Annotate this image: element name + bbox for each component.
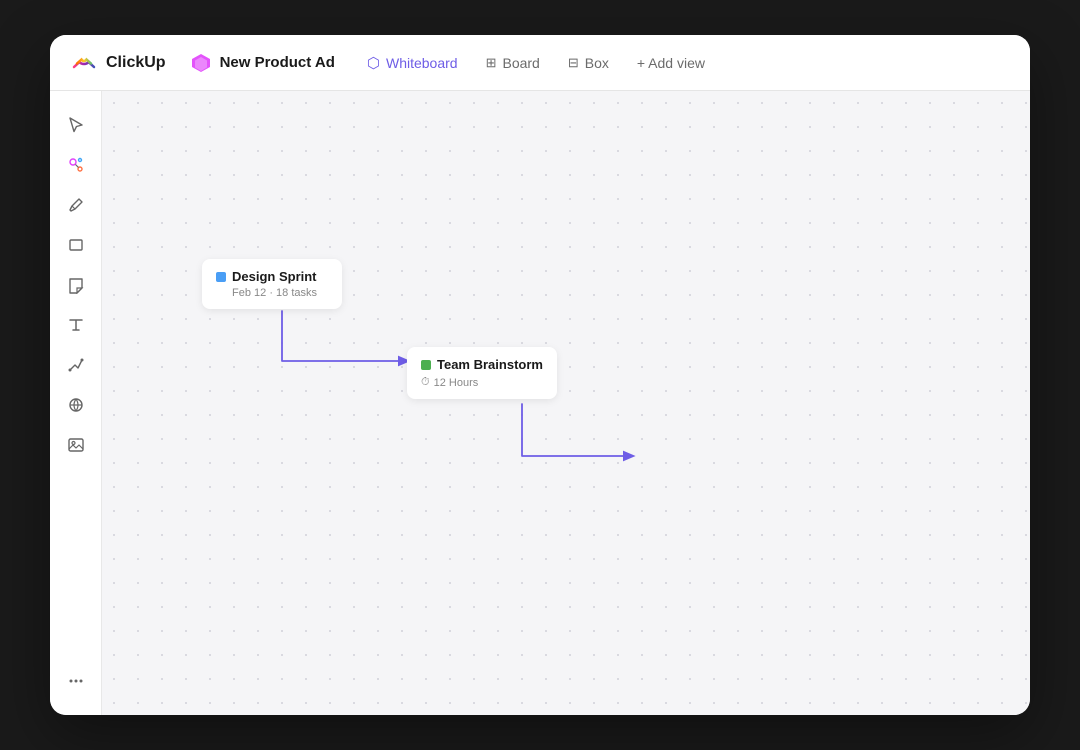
- card-team-brainstorm-title: Team Brainstorm: [421, 357, 543, 372]
- tool-pen[interactable]: [58, 187, 94, 223]
- more-dots-icon: [67, 672, 85, 690]
- clock-icon: ⏱: [421, 376, 430, 389]
- globe-icon: [67, 396, 85, 414]
- card-design-sprint[interactable]: Design Sprint Feb 12 · 18 tasks: [202, 259, 342, 309]
- cursor-icon: [67, 116, 85, 134]
- box-tab-label: Box: [585, 55, 609, 71]
- board-tab-label: Board: [502, 55, 539, 71]
- team-brainstorm-dot: [421, 360, 431, 370]
- tool-image[interactable]: [58, 427, 94, 463]
- project-section[interactable]: New Product Ad: [190, 52, 335, 74]
- card-team-brainstorm-meta: ⏱ 12 Hours: [421, 376, 543, 389]
- whiteboard-canvas[interactable]: Design Sprint Feb 12 · 18 tasks Team Bra…: [102, 91, 1030, 715]
- add-view-button[interactable]: + Add view: [625, 49, 717, 77]
- tab-whiteboard[interactable]: ⬡ Whiteboard: [355, 48, 470, 78]
- project-name: New Product Ad: [220, 54, 335, 71]
- whiteboard-tab-icon: ⬡: [367, 54, 380, 72]
- design-sprint-dot: [216, 272, 226, 282]
- tool-more[interactable]: [58, 663, 94, 699]
- tab-box[interactable]: ⊟ Box: [556, 49, 621, 77]
- pen-icon: [67, 196, 85, 214]
- tool-magic[interactable]: [58, 147, 94, 183]
- clickup-logo-icon: [70, 49, 98, 77]
- text-icon: [67, 316, 85, 334]
- add-view-label: + Add view: [637, 55, 705, 71]
- rectangle-icon: [67, 236, 85, 254]
- header: ClickUp New Product Ad ⬡ Whiteboard ⊞ Bo…: [50, 35, 1030, 91]
- logo-area[interactable]: ClickUp: [70, 49, 166, 77]
- connector-icon: [67, 356, 85, 374]
- nav-tabs: ⬡ Whiteboard ⊞ Board ⊟ Box + Add view: [355, 48, 717, 78]
- tool-rectangle[interactable]: [58, 227, 94, 263]
- card-design-sprint-title: Design Sprint: [216, 269, 328, 284]
- tab-board[interactable]: ⊞ Board: [474, 49, 552, 77]
- image-icon: [67, 436, 85, 454]
- tool-cursor[interactable]: [58, 107, 94, 143]
- card-team-brainstorm[interactable]: Team Brainstorm ⏱ 12 Hours: [407, 347, 557, 399]
- magic-icon: [67, 156, 85, 174]
- card-design-sprint-meta: Feb 12 · 18 tasks: [216, 287, 328, 299]
- project-icon: [190, 52, 212, 74]
- sticky-icon: [67, 276, 85, 294]
- box-tab-icon: ⊟: [568, 55, 579, 71]
- board-tab-icon: ⊞: [486, 55, 497, 71]
- app-window: ClickUp New Product Ad ⬡ Whiteboard ⊞ Bo…: [50, 35, 1030, 715]
- toolbar-sidebar: [50, 91, 102, 715]
- tool-globe[interactable]: [58, 387, 94, 423]
- app-name: ClickUp: [106, 54, 166, 72]
- tool-sticky[interactable]: [58, 267, 94, 303]
- whiteboard-tab-label: Whiteboard: [386, 55, 458, 71]
- tool-text[interactable]: [58, 307, 94, 343]
- tool-connector[interactable]: [58, 347, 94, 383]
- main-area: Design Sprint Feb 12 · 18 tasks Team Bra…: [50, 91, 1030, 715]
- canvas-arrows: [102, 91, 1030, 715]
